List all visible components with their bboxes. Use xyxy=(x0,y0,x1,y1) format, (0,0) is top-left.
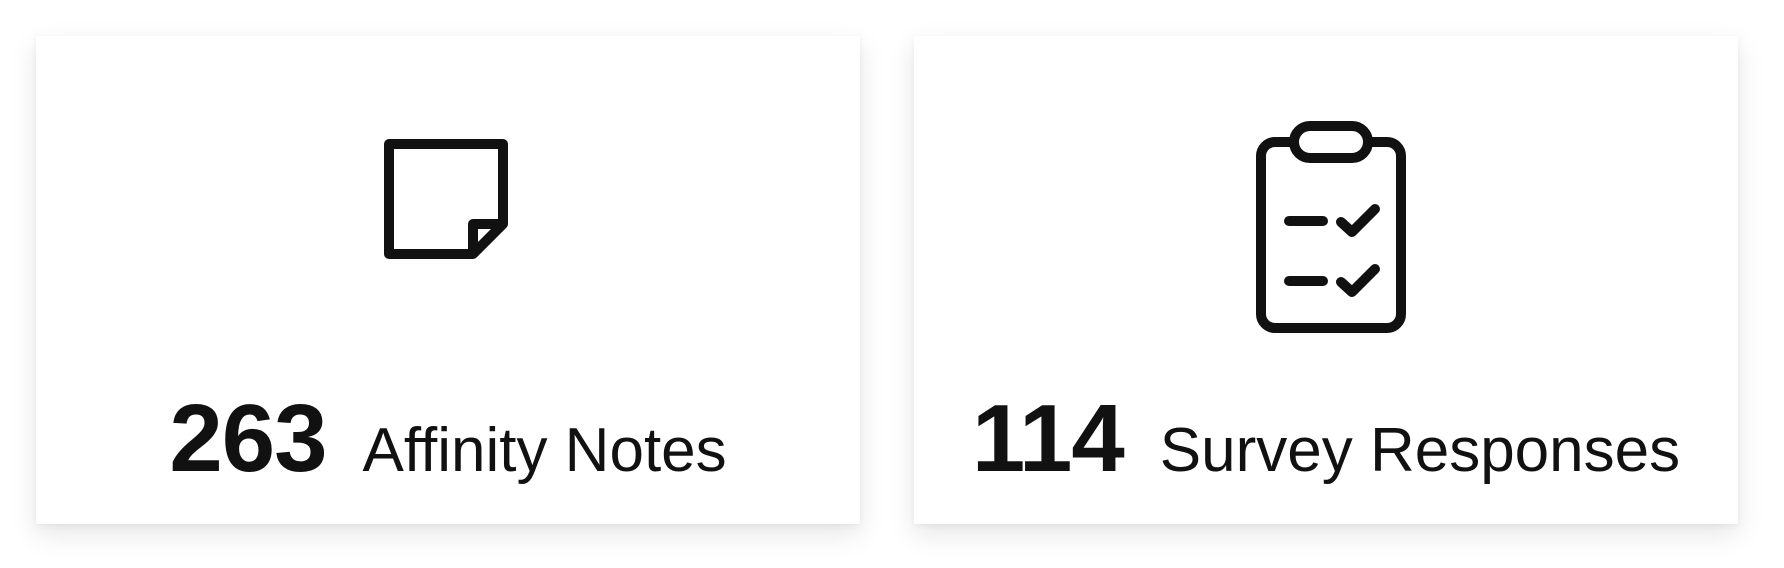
affinity-notes-card[interactable]: 263 Affinity Notes xyxy=(36,36,860,524)
survey-responses-stat: 114 Survey Responses xyxy=(914,391,1738,501)
survey-responses-count: 114 xyxy=(971,385,1125,492)
affinity-notes-stat: 263 Affinity Notes xyxy=(36,391,860,501)
survey-responses-card[interactable]: 114 Survey Responses xyxy=(914,36,1738,524)
sticky-note-icon xyxy=(384,139,508,259)
affinity-notes-count: 263 xyxy=(169,385,327,492)
affinity-notes-label: Affinity Notes xyxy=(362,416,727,485)
survey-responses-label: Survey Responses xyxy=(1159,416,1681,485)
clipboard-checklist-icon xyxy=(1256,121,1406,333)
